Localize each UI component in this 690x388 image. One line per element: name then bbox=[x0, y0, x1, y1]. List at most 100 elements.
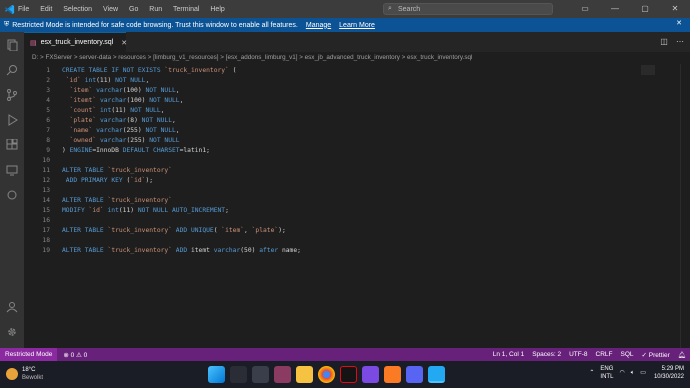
volume-icon[interactable]: 🔈︎ bbox=[631, 369, 635, 377]
explorer-icon[interactable] bbox=[0, 32, 24, 57]
account-icon[interactable] bbox=[0, 294, 24, 319]
weather-widget[interactable]: 18°C Bewolkt bbox=[6, 366, 43, 382]
search-placeholder: Search bbox=[398, 5, 421, 13]
tab-label: esx_truck_inventory.sql bbox=[40, 39, 114, 46]
close-icon[interactable]: ✕ bbox=[676, 19, 682, 27]
line-number: 8 bbox=[46, 137, 50, 144]
code-text: `id` int(11) NOT NULL, bbox=[65, 77, 150, 84]
prettier-status[interactable]: ✓ Prettier bbox=[642, 351, 670, 359]
chevron-up-icon[interactable]: ⌃ bbox=[589, 369, 594, 377]
minimap[interactable] bbox=[641, 65, 655, 75]
winrar-icon[interactable] bbox=[274, 366, 291, 383]
lang-layout: INTL bbox=[600, 374, 614, 380]
code-line[interactable]: 5 `count` int(11) NOT NULL, bbox=[24, 106, 624, 116]
code-line[interactable]: 4 `itemt` varchar(100) NOT NULL, bbox=[24, 96, 624, 106]
system-tray: ⌃ ENG INTL ◠ 🔈︎ ▭ 5:29 PM 10/30/2022 bbox=[583, 365, 684, 381]
learn-more-link[interactable]: Learn More bbox=[339, 22, 375, 29]
search-icon: ⌕ bbox=[388, 5, 392, 12]
maximize-button[interactable]: ▢ bbox=[630, 0, 660, 18]
cloud-icon[interactable] bbox=[0, 182, 24, 207]
menu-view[interactable]: View bbox=[103, 6, 118, 13]
code-editor[interactable]: 1 CREATE TABLE IF NOT EXISTS `truck_inven… bbox=[24, 64, 690, 348]
line-number: 14 bbox=[42, 197, 50, 204]
minimize-button[interactable]: — bbox=[600, 0, 630, 18]
windows-start-icon[interactable] bbox=[208, 366, 225, 383]
code-line[interactable]: 10 bbox=[24, 156, 624, 166]
breadcrumb[interactable]: D: > FXServer > server-data > resources … bbox=[24, 52, 690, 64]
search-icon[interactable] bbox=[0, 57, 24, 82]
wifi-icon[interactable]: ◠ bbox=[619, 369, 624, 377]
battery-icon[interactable]: ▭ bbox=[640, 369, 646, 377]
menu-terminal[interactable]: Terminal bbox=[173, 6, 199, 13]
menu-file[interactable]: File bbox=[18, 6, 29, 13]
code-line[interactable]: 18 bbox=[24, 236, 624, 246]
code-line[interactable]: 13 bbox=[24, 186, 624, 196]
netflix-icon[interactable] bbox=[340, 366, 357, 383]
line-number: 3 bbox=[46, 87, 50, 94]
code-line[interactable]: 2 `id` int(11) NOT NULL, bbox=[24, 76, 624, 86]
file-explorer-icon[interactable] bbox=[296, 366, 313, 383]
code-line[interactable]: 7 `name` varchar(255) NOT NULL, bbox=[24, 126, 624, 136]
line-number: 16 bbox=[42, 217, 50, 224]
gear-icon[interactable] bbox=[0, 319, 24, 344]
run-debug-icon[interactable] bbox=[0, 107, 24, 132]
split-editor-icon[interactable]: ◫ bbox=[660, 37, 668, 46]
search-box[interactable]: ⌕ Search bbox=[383, 3, 553, 15]
game-icon[interactable] bbox=[362, 366, 379, 383]
code-text: `plate` varchar(8) NOT NULL, bbox=[69, 117, 176, 124]
code-line[interactable]: 12 ADD PRIMARY KEY (`id`); bbox=[24, 176, 624, 186]
encoding[interactable]: UTF-8 bbox=[569, 351, 587, 358]
xampp-icon[interactable] bbox=[384, 366, 401, 383]
status-bar: Restricted Mode ⊗ 0 ⚠ 0 Ln 1, Col 1 Spac… bbox=[0, 348, 690, 361]
code-line[interactable]: 17 ALTER TABLE `truck_inventory` ADD UNIQ… bbox=[24, 226, 624, 236]
layout-icon[interactable]: ▭ bbox=[570, 0, 600, 18]
chrome-icon[interactable] bbox=[318, 366, 335, 383]
language-mode[interactable]: SQL bbox=[621, 351, 634, 358]
task-view-icon[interactable] bbox=[252, 366, 269, 383]
code-line[interactable]: 9) ENGINE=InnoDB DEFAULT CHARSET=latin1; bbox=[24, 146, 624, 156]
code-line[interactable]: 14 ALTER TABLE `truck_inventory` bbox=[24, 196, 624, 206]
language-indicator[interactable]: ENG INTL bbox=[600, 365, 613, 381]
menu-go[interactable]: Go bbox=[129, 6, 138, 13]
discord-icon[interactable] bbox=[406, 366, 423, 383]
line-number: 5 bbox=[46, 107, 50, 114]
remote-explorer-icon[interactable] bbox=[0, 157, 24, 182]
menu-edit[interactable]: Edit bbox=[40, 6, 52, 13]
close-icon[interactable]: ✕ bbox=[121, 39, 127, 47]
vscode-taskbar-icon[interactable] bbox=[428, 366, 445, 383]
cursor-position[interactable]: Ln 1, Col 1 bbox=[493, 351, 524, 358]
editor-actions: ◫ ⋯ bbox=[660, 37, 684, 46]
line-number: 4 bbox=[46, 97, 50, 104]
manage-link[interactable]: Manage bbox=[306, 22, 331, 29]
problems-indicator[interactable]: ⊗ 0 ⚠ 0 bbox=[63, 351, 87, 359]
sun-icon bbox=[6, 368, 18, 380]
clock[interactable]: 5:29 PM 10/30/2022 bbox=[654, 365, 684, 381]
code-line[interactable]: 1 CREATE TABLE IF NOT EXISTS `truck_inven… bbox=[24, 66, 624, 76]
close-button[interactable]: ✕ bbox=[660, 0, 690, 18]
more-actions-icon[interactable]: ⋯ bbox=[676, 37, 684, 46]
code-line[interactable]: 8 `owned` varchar(255) NOT NULL bbox=[24, 136, 624, 146]
search-icon[interactable] bbox=[230, 366, 247, 383]
extensions-icon[interactable] bbox=[0, 132, 24, 157]
line-number: 12 bbox=[42, 177, 50, 184]
code-line[interactable]: 15 MODIFY `id` int(11) NOT NULL AUTO_INCR… bbox=[24, 206, 624, 216]
line-ending[interactable]: CRLF bbox=[596, 351, 613, 358]
code-line[interactable]: 19 ALTER TABLE `truck_inventory` ADD item… bbox=[24, 246, 624, 256]
scrollbar[interactable] bbox=[680, 64, 690, 348]
menu-selection[interactable]: Selection bbox=[63, 6, 92, 13]
code-text: `name` varchar(255) NOT NULL, bbox=[69, 127, 180, 134]
notifications-icon[interactable]: 🔔︎ bbox=[678, 351, 686, 359]
code-text: `itemt` varchar(100) NOT NULL, bbox=[69, 97, 184, 104]
code-line[interactable]: 16 bbox=[24, 216, 624, 226]
code-line[interactable]: 6 `plate` varchar(8) NOT NULL, bbox=[24, 116, 624, 126]
tab-esx-truck-inventory[interactable]: ▤ esx_truck_inventory.sql ✕ bbox=[24, 32, 127, 52]
menu-run[interactable]: Run bbox=[149, 6, 162, 13]
restricted-mode-indicator[interactable]: Restricted Mode bbox=[0, 348, 58, 361]
code-line[interactable]: 11 ALTER TABLE `truck_inventory` bbox=[24, 166, 624, 176]
code-text: ADD PRIMARY KEY (`id`); bbox=[65, 177, 154, 184]
source-control-icon[interactable] bbox=[0, 82, 24, 107]
menu-help[interactable]: Help bbox=[210, 6, 224, 13]
line-number: 18 bbox=[42, 237, 50, 244]
indentation[interactable]: Spaces: 2 bbox=[532, 351, 561, 358]
code-line[interactable]: 3 `item` varchar(100) NOT NULL, bbox=[24, 86, 624, 96]
